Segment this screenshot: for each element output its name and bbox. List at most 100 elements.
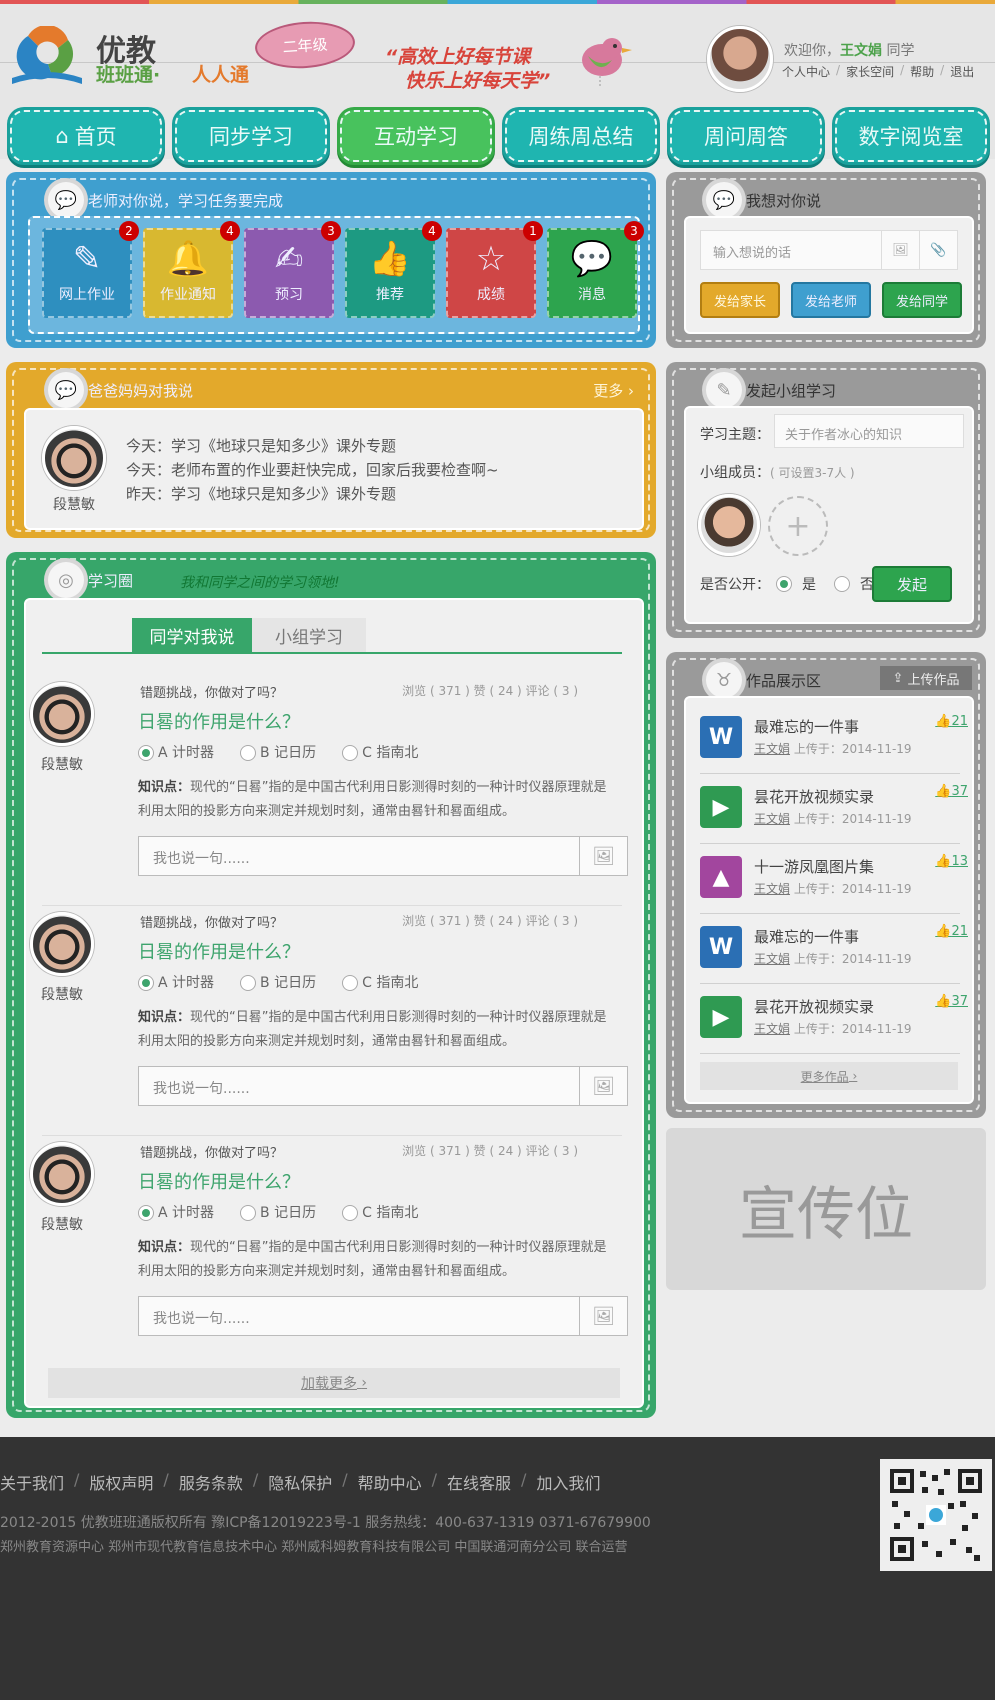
public-no-radio[interactable] [834,576,850,592]
start-group-button[interactable]: 发起 [872,566,952,602]
radio-button[interactable] [240,975,257,991]
tile-online-homework[interactable]: ✎ 网上作业 2 [42,221,139,318]
nav-sync-learning[interactable]: 同步学习 [175,110,327,162]
topic-input[interactable]: 关于作者冰心的知识 [774,414,964,448]
tile-preview[interactable]: ✍ 预习 3 [244,221,341,318]
option-a[interactable]: A 计时器 [138,1202,214,1222]
say-input[interactable]: 输入想说的话 🖼 📎 [700,230,958,270]
work-author[interactable]: 王文娟 [754,1022,790,1036]
work-title[interactable]: 昙花开放视频实录 [754,786,874,807]
radio-button[interactable] [138,975,154,991]
footer-link-service[interactable]: 在线客服 [447,1470,511,1494]
footer-link-help[interactable]: 帮助中心 [358,1470,422,1494]
work-title[interactable]: 最难忘的一件事 [754,926,859,947]
nav-weekly-summary[interactable]: 周练周总结 [505,110,657,162]
ad-banner[interactable]: 宣传位 [666,1128,986,1290]
footer-link-join[interactable]: 加入我们 [536,1470,600,1494]
work-author[interactable]: 王文娟 [754,952,790,966]
work-author[interactable]: 王文娟 [754,812,790,826]
feed-stats[interactable]: 浏览 ( 371 ) 赞 ( 24 ) 评论 ( 3 ) [402,1142,578,1159]
work-title[interactable]: 最难忘的一件事 [754,716,859,737]
footer-link-privacy[interactable]: 隐私保护 [268,1470,332,1494]
like-count[interactable]: 👍21 [935,714,968,729]
option-b[interactable]: B 记日历 [240,742,316,762]
feed-question[interactable]: 日晷的作用是什么？ [138,708,300,734]
parent-message[interactable]: 今天：老师布置的作业要赶快完成，回家后我要检查啊~ [126,458,499,482]
comment-placeholder[interactable]: 我也说一句...... [139,1067,579,1105]
option-a[interactable]: A 计时器 [138,972,214,992]
comment-input[interactable]: 我也说一句...... 🖼 [138,1296,628,1336]
option-b[interactable]: B 记日历 [240,972,316,992]
option-c[interactable]: C 指南北 [342,742,418,762]
feed-stats[interactable]: 浏览 ( 371 ) 赞 ( 24 ) 评论 ( 3 ) [402,912,578,929]
send-to-teacher-button[interactable]: 发给老师 [791,282,871,318]
radio-button[interactable] [240,1205,257,1221]
work-item[interactable]: W 最难忘的一件事 王文娟 上传于：2014-11-19 👍21 [700,706,968,774]
send-to-classmate-button[interactable]: 发给同学 [882,282,962,318]
option-b[interactable]: B 记日历 [240,1202,316,1222]
paperclip-icon[interactable]: 📎 [919,231,957,269]
work-item[interactable]: ▲ 十一游凤凰图片集 王文娟 上传于：2014-11-19 👍13 [700,846,968,914]
grade-badge[interactable]: 二年级 [253,18,357,72]
load-more-button[interactable]: 加载更多 › [48,1368,620,1398]
option-c[interactable]: C 指南北 [342,972,418,992]
footer-link-terms[interactable]: 服务条款 [179,1470,243,1494]
radio-button[interactable] [342,1205,359,1221]
send-to-parent-button[interactable]: 发给家长 [700,282,780,318]
nav-weekly-qa[interactable]: 周问周答 [670,110,822,162]
feed-question[interactable]: 日晷的作用是什么？ [138,938,300,964]
radio-button[interactable] [138,1205,154,1221]
option-c[interactable]: C 指南北 [342,1202,418,1222]
work-author[interactable]: 王文娟 [754,742,790,756]
like-count[interactable]: 👍37 [935,784,968,799]
parent-message[interactable]: 昨天：学习《地球只是知多少》课外专题 [126,482,499,506]
user-name-link[interactable]: 王文娟 [840,43,882,59]
classmate-avatar[interactable] [30,682,94,746]
nav-interactive-learning[interactable]: 互动学习 [340,110,492,162]
work-title[interactable]: 十一游凤凰图片集 [754,856,874,877]
link-logout[interactable]: 退出 [950,63,974,80]
work-item[interactable]: W 最难忘的一件事 王文娟 上传于：2014-11-19 👍21 [700,916,968,984]
nav-digital-reading[interactable]: 数字阅览室 [835,110,987,162]
comment-placeholder[interactable]: 我也说一句...... [139,837,579,875]
radio-button[interactable] [342,745,359,761]
parent-avatar[interactable] [42,426,106,490]
radio-button[interactable] [240,745,257,761]
footer-link-copyright[interactable]: 版权声明 [89,1470,153,1494]
option-a[interactable]: A 计时器 [138,742,214,762]
radio-button[interactable] [138,745,154,761]
work-item[interactable]: ▶ 昙花开放视频实录 王文娟 上传于：2014-11-19 👍37 [700,776,968,844]
image-icon[interactable]: 🖼 [579,1297,627,1335]
comment-input[interactable]: 我也说一句...... 🖼 [138,836,628,876]
link-help[interactable]: 帮助 [910,63,934,80]
upload-button[interactable]: ⇪ 上传作品 [880,666,972,690]
classmate-avatar[interactable] [30,1142,94,1206]
like-count[interactable]: 👍21 [935,924,968,939]
radio-button[interactable] [342,975,359,991]
user-avatar[interactable] [707,26,773,92]
comment-input[interactable]: 我也说一句...... 🖼 [138,1066,628,1106]
parent-message[interactable]: 今天：学习《地球只是知多少》课外专题 [126,434,499,458]
public-yes-radio[interactable] [776,576,792,592]
image-icon[interactable]: 🖼 [881,231,919,269]
tile-grades[interactable]: ☆ 成绩 1 [446,221,543,318]
feed-question[interactable]: 日晷的作用是什么？ [138,1168,300,1194]
tab-classmates[interactable]: 同学对我说 [132,618,252,652]
image-icon[interactable]: 🖼 [579,1067,627,1105]
member-avatar[interactable] [698,494,760,556]
image-icon[interactable]: 🖼 [579,837,627,875]
tile-homework-notice[interactable]: 🔔 作业通知 4 [143,221,240,318]
add-member-button[interactable]: + [768,496,828,556]
tile-recommend[interactable]: 👍 推荐 4 [345,221,442,318]
tab-group-study[interactable]: 小组学习 [252,618,366,652]
link-personal-center[interactable]: 个人中心 [782,63,830,80]
classmate-avatar[interactable] [30,912,94,976]
say-placeholder[interactable]: 输入想说的话 [701,231,881,269]
comment-placeholder[interactable]: 我也说一句...... [139,1297,579,1335]
feed-stats[interactable]: 浏览 ( 371 ) 赞 ( 24 ) 评论 ( 3 ) [402,682,578,699]
link-parent-space[interactable]: 家长空间 [846,63,894,80]
like-count[interactable]: 👍13 [935,854,968,869]
work-item[interactable]: ▶ 昙花开放视频实录 王文娟 上传于：2014-11-19 👍37 [700,986,968,1054]
footer-link-about[interactable]: 关于我们 [0,1470,64,1494]
tile-messages[interactable]: 💬 消息 3 [547,221,644,318]
